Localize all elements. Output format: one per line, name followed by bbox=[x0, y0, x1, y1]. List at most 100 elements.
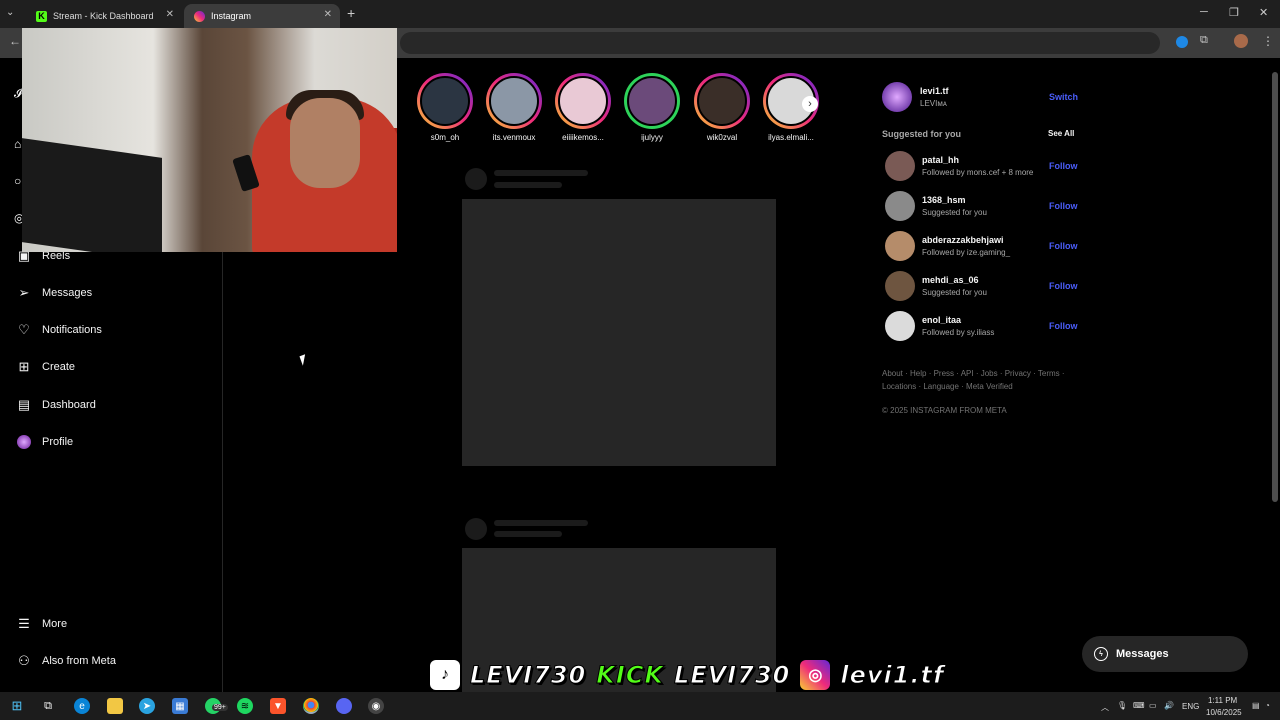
back-icon[interactable]: ← bbox=[9, 34, 21, 48]
windows-start-icon[interactable]: ⊞ bbox=[9, 698, 25, 714]
sidebar-item-notifications[interactable]: ♡ Notifications bbox=[16, 320, 102, 340]
clock-time[interactable]: 1:11 PM bbox=[1208, 696, 1237, 705]
instagram-handle: levi1.tf bbox=[840, 661, 945, 690]
sidebar-item-label: Profile bbox=[42, 436, 74, 448]
suggested-username[interactable]: patal_hh bbox=[922, 155, 959, 165]
follow-button[interactable]: Follow bbox=[1049, 281, 1078, 291]
story-ring-close-friends bbox=[624, 73, 680, 129]
task-view-icon[interactable]: ⧉ bbox=[40, 698, 56, 714]
messenger-icon: ϟ bbox=[1094, 647, 1108, 661]
discord-icon[interactable] bbox=[336, 698, 352, 714]
tray-chevron-icon[interactable]: ︿ bbox=[1101, 702, 1109, 713]
close-window-icon[interactable]: ✕ bbox=[1259, 6, 1268, 19]
story-ring bbox=[486, 73, 542, 129]
maximize-icon[interactable]: ❐ bbox=[1229, 6, 1239, 19]
story-item[interactable]: eiiiikemos... bbox=[553, 73, 613, 142]
follow-button[interactable]: Follow bbox=[1049, 161, 1078, 171]
story-ring bbox=[417, 73, 473, 129]
tab-search-button[interactable]: ⌄ bbox=[6, 7, 14, 18]
clock-date[interactable]: 10/6/2025 bbox=[1206, 708, 1242, 717]
account-avatar[interactable] bbox=[882, 82, 912, 112]
chrome-icon[interactable] bbox=[303, 698, 319, 714]
account-username[interactable]: levi1.tf bbox=[920, 86, 949, 96]
suggested-username[interactable]: enol_itaa bbox=[922, 315, 961, 325]
suggested-username[interactable]: 1368_hsm bbox=[922, 195, 966, 205]
extensions-puzzle-icon[interactable]: ⧉ bbox=[1200, 34, 1208, 47]
brave-icon[interactable]: ▼ bbox=[270, 698, 286, 714]
spotify-icon[interactable]: ≋ bbox=[237, 698, 253, 714]
microphone-icon[interactable]: 🎙 bbox=[1117, 701, 1127, 710]
post-header-placeholder bbox=[494, 531, 562, 537]
sidebar-item-more[interactable]: ☰ More bbox=[16, 614, 67, 634]
account-display-name: LEVIᴍᴀ bbox=[920, 99, 947, 108]
story-item[interactable]: s0m_oh bbox=[415, 73, 475, 142]
tab-kick-dashboard[interactable]: K Stream - Kick Dashboard ✕ bbox=[26, 4, 182, 28]
suggested-username[interactable]: mehdi_as_06 bbox=[922, 275, 979, 285]
sidebar-item-dashboard[interactable]: ▤ Dashboard bbox=[16, 395, 96, 415]
messages-label: Messages bbox=[1116, 648, 1169, 660]
suggested-avatar[interactable] bbox=[885, 271, 915, 301]
extension-icon[interactable] bbox=[1176, 36, 1188, 48]
suggested-avatar[interactable] bbox=[885, 231, 915, 261]
story-item[interactable]: wik0zval bbox=[692, 73, 752, 142]
follow-button[interactable]: Follow bbox=[1049, 321, 1078, 331]
telegram-icon[interactable]: ➤ bbox=[139, 698, 155, 714]
store-icon[interactable]: ▦ bbox=[172, 698, 188, 714]
story-username: eiiiikemos... bbox=[562, 133, 604, 142]
post-header-placeholder bbox=[494, 182, 562, 188]
kick-logo-icon: K bbox=[36, 10, 47, 22]
volume-icon[interactable]: 🔊 bbox=[1164, 701, 1174, 710]
close-tab-icon[interactable]: ✕ bbox=[324, 9, 332, 20]
story-ring bbox=[555, 73, 611, 129]
browser-menu-icon[interactable]: ⋮ bbox=[1262, 34, 1274, 48]
tab-label: Instagram bbox=[211, 11, 252, 21]
suggested-avatar[interactable] bbox=[885, 191, 915, 221]
display-icon[interactable]: ▭ bbox=[1149, 701, 1157, 710]
browser-tab-bar: ⌄ K Stream - Kick Dashboard ✕ Instagram … bbox=[0, 0, 1280, 28]
follow-button[interactable]: Follow bbox=[1049, 201, 1078, 211]
windows-taskbar bbox=[0, 692, 1280, 720]
suggested-avatar[interactable] bbox=[885, 311, 915, 341]
sidebar-item-create[interactable]: ⊞ Create bbox=[16, 357, 75, 377]
tab-instagram[interactable]: Instagram ✕ bbox=[184, 4, 340, 28]
stories-next-icon[interactable]: › bbox=[802, 96, 818, 112]
language-indicator[interactable]: ENG bbox=[1182, 702, 1199, 711]
webcam-overlay bbox=[22, 28, 397, 252]
messages-floating-button[interactable]: ϟ Messages bbox=[1082, 636, 1248, 672]
suggested-subtitle: Suggested for you bbox=[922, 208, 987, 217]
sidebar-item-messages[interactable]: ➢ Messages bbox=[16, 283, 93, 303]
story-item[interactable]: ijulyyy bbox=[622, 73, 682, 142]
edge-icon[interactable]: e bbox=[74, 698, 90, 714]
suggested-subtitle: Followed by ize.gaming_ bbox=[922, 248, 1011, 257]
new-tab-button[interactable]: + bbox=[347, 5, 355, 21]
file-explorer-icon[interactable] bbox=[107, 698, 123, 714]
follow-button[interactable]: Follow bbox=[1049, 241, 1078, 251]
sidebar-item-label: More bbox=[42, 618, 68, 630]
network-icon[interactable]: ⌨ bbox=[1133, 701, 1145, 710]
close-tab-icon[interactable]: ✕ bbox=[166, 9, 174, 20]
notification-center-icon[interactable]: ▤ bbox=[1252, 701, 1260, 710]
obs-icon[interactable]: ◉ bbox=[368, 698, 384, 714]
plus-square-icon: ⊞ bbox=[18, 359, 30, 374]
footer-links[interactable]: About · Help · Press · API · Jobs · Priv… bbox=[882, 367, 1065, 380]
sidebar-item-profile[interactable]: Profile bbox=[16, 432, 73, 452]
story-username: ilyas.elmali... bbox=[768, 133, 814, 142]
footer-links[interactable]: Locations · Language · Meta Verified bbox=[882, 380, 1013, 393]
stream-handles-overlay: ♪ LEVI730 KICK LEVI730 ◎ levi1.tf bbox=[430, 658, 944, 692]
story-avatar bbox=[697, 76, 747, 126]
story-avatar bbox=[420, 76, 470, 126]
mouse-cursor bbox=[299, 354, 309, 366]
suggested-username[interactable]: abderazzakbehjawi bbox=[922, 235, 1004, 245]
address-bar[interactable] bbox=[400, 32, 1160, 54]
switch-account-link[interactable]: Switch bbox=[1049, 92, 1078, 102]
minimize-icon[interactable]: ─ bbox=[1200, 6, 1208, 18]
sidebar-item-also-from-meta[interactable]: ⚇ Also from Meta bbox=[16, 651, 116, 671]
focus-icon[interactable]: ◔ bbox=[1265, 701, 1270, 710]
post-header-placeholder bbox=[494, 170, 588, 176]
tiktok-handle: LEVI730 bbox=[469, 661, 587, 690]
suggested-avatar[interactable] bbox=[885, 151, 915, 181]
see-all-link[interactable]: See All bbox=[1048, 129, 1074, 138]
scrollbar-thumb[interactable] bbox=[1272, 72, 1278, 502]
profile-avatar-icon[interactable] bbox=[1234, 34, 1248, 48]
story-item[interactable]: its.venmoux bbox=[484, 73, 544, 142]
